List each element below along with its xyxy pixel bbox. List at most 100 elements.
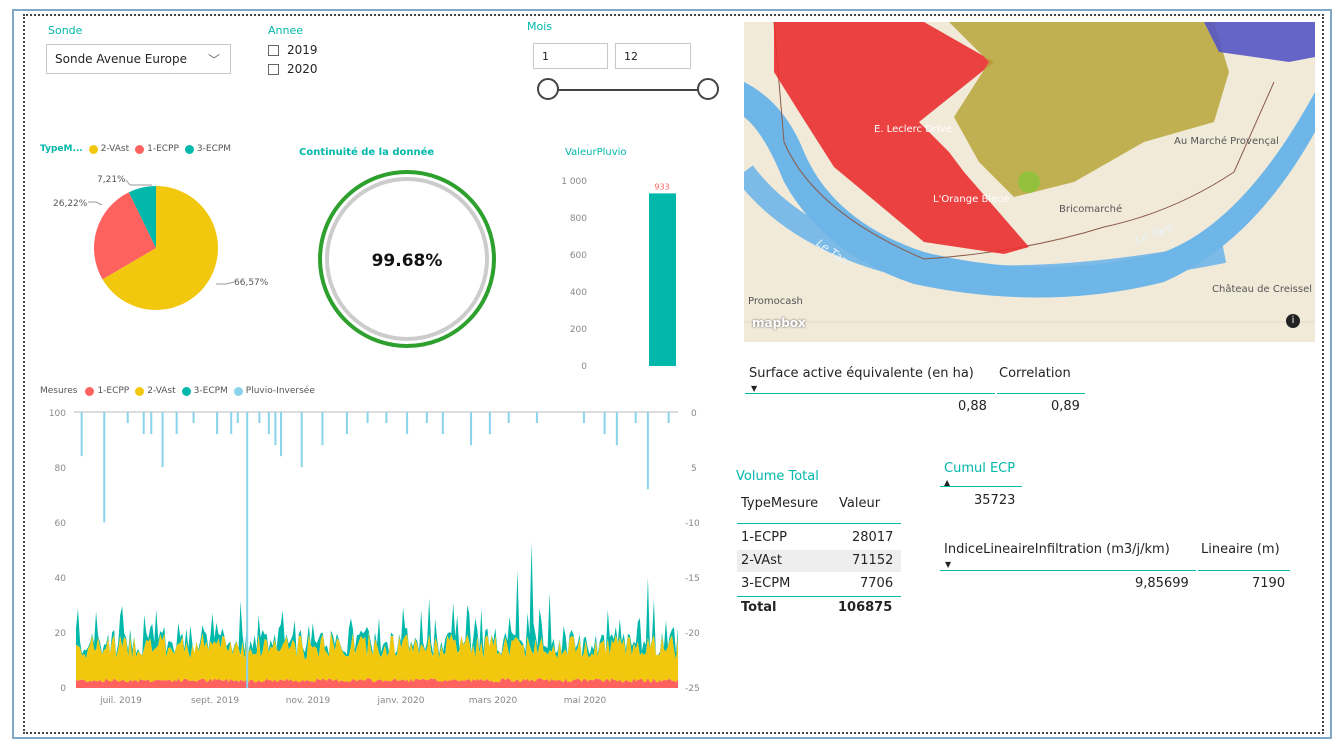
pie-legend-item-ecpm[interactable]: 3-ECPM [197,144,231,154]
indice-header-underline [940,570,1196,571]
volume-row-value: 71152 [852,553,894,568]
annee-option-label: 2019 [287,43,318,57]
mesures-legend-item-vast[interactable]: 2-VAst [147,386,175,396]
gauge-title: Continuité de la donnée [299,147,435,158]
mois-slider-track [548,89,708,91]
mesures-y-tick: 60 [55,519,67,529]
map-label-bricomarche: Bricomarché [1059,204,1123,215]
pluvio-tick: 200 [570,325,587,335]
checkbox-icon[interactable] [268,44,279,56]
map-label-promocash: Promocash [748,296,803,307]
volume-row-value: 28017 [852,530,894,545]
surface-value: 0,88 [958,399,987,414]
mesures-y-tick: 100 [49,409,66,419]
pluvio-tick: 600 [570,251,587,261]
sonde-dropdown-value: Sonde Avenue Europe [55,52,187,66]
surface-header-underline [745,393,995,394]
volume-header-value[interactable]: Valeur [839,496,880,511]
pie-label-vast: 66,57% [234,278,269,288]
mesures-x-tick: sept. 2019 [191,696,239,706]
indice-value: 9,85699 [1135,576,1189,591]
map-label-leclerc: E. Leclerc Drive [874,124,952,135]
surface-header-underline [997,393,1085,394]
pie-label-ecpp: 26,22% [53,199,88,209]
legend-dot-icon [85,386,95,396]
sort-desc-icon[interactable]: ▼ [945,560,951,569]
mesures-legend-item-pluvio[interactable]: Pluvio-Inversée [246,386,315,396]
mois-max-input[interactable]: 12 [615,43,691,69]
legend-dot-icon [135,144,145,154]
legend-dot-icon [184,144,194,154]
surface-col1-header[interactable]: Surface active équivalente (en ha) [749,366,974,381]
pluvio-bar[interactable] [649,193,676,366]
mesures-y2-tick: -10 [685,519,700,529]
info-icon[interactable]: i [1286,314,1300,328]
mesures-chart: 100 80 60 40 20 0 0 5 -10 -15 -20 -25 ju… [49,409,700,706]
legend-dot-icon [135,386,145,396]
volume-total-line [737,596,901,597]
mesures-x-tick: nov. 2019 [286,696,331,706]
volume-header-underline [737,523,901,524]
sort-desc-icon[interactable]: ▼ [751,384,757,393]
pie-legend-item-vast[interactable]: 2-VAst [101,144,129,154]
volume-row-type: 3-ECPM [741,576,791,591]
mesures-x-tick: juil. 2019 [99,696,142,706]
mois-slider-min-handle[interactable] [537,78,559,100]
indice-header-underline [1198,570,1290,571]
pie-leader-line [88,201,103,206]
map-label-orange-bleue: L'Orange Bleue [933,194,1010,205]
mesures-y2-tick: -25 [685,684,700,694]
mesures-y-tick: 20 [55,629,67,639]
pie-leader-line [125,179,152,186]
map-label-chateau: Château de Creissel [1212,284,1312,295]
lineaire-value: 7190 [1252,576,1286,591]
cumul-underline [940,486,1022,487]
indice-col1-header[interactable]: IndiceLineaireInfiltration (m3/j/km) [944,542,1170,557]
pie-legend-item-ecpp[interactable]: 1-ECPP [147,144,179,154]
sonde-marker[interactable] [1018,171,1040,193]
mois-slicer-title: Mois [527,20,553,33]
cumul-title[interactable]: Cumul ECP [944,461,1015,476]
volume-title: Volume Total [736,469,819,484]
mesures-legend-item-ecpm[interactable]: 3-ECPM [194,386,228,396]
annee-option-2019[interactable]: 2019 [268,43,318,57]
mesures-legend: Mesures 1-ECPP 2-VAst 3-ECPM Pluvio-Inve… [40,386,315,396]
pluvio-tick: 1 000 [561,177,587,187]
annee-option-2020[interactable]: 2020 [268,62,318,76]
pluvio-bar-label: 933 [654,182,669,191]
pie-legend-title: TypeM... [40,144,83,154]
mois-min-input[interactable]: 1 [533,43,608,69]
volume-row-type: 2-VAst [741,553,783,568]
mois-slider-max-handle[interactable] [697,78,719,100]
volume-row-value: 7706 [860,576,894,591]
mesures-y-tick: 40 [55,574,67,584]
volume-total-label: Total [741,600,777,615]
surface-col2-header[interactable]: Correlation [999,366,1071,381]
series-area-vast[interactable] [76,631,678,683]
mesures-y2-tick: 5 [691,464,697,474]
volume-header-type[interactable]: TypeMesure [741,496,818,511]
annee-option-label: 2020 [287,62,318,76]
indice-col2-header[interactable]: Lineaire (m) [1201,542,1280,557]
pie-label-ecpm: 7,21% [97,175,126,185]
continuity-gauge: 99.68% [318,170,496,348]
mesures-y2-tick: -20 [685,629,700,639]
pluvio-tick: 400 [570,288,587,298]
legend-dot-icon [88,144,98,154]
checkbox-icon[interactable] [268,63,279,75]
cumul-value: 35723 [974,493,1016,508]
mesures-x-tick: mai 2020 [564,696,607,706]
pie-chart: 66,57% 26,22% 7,21% [53,175,269,310]
pluvio-bar-chart: 1 000 800 600 400 200 0 933 [561,177,676,372]
series-area-ecpm[interactable] [76,542,678,660]
mesures-legend-title: Mesures [40,386,78,396]
mesures-legend-item-ecpp[interactable]: 1-ECPP [97,386,129,396]
map-visual[interactable]: E. Leclerc Drive L'Orange Bleue Bricomar… [744,22,1315,342]
correlation-value: 0,89 [1051,399,1080,414]
mesures-x-tick: mars 2020 [469,696,518,706]
mesures-y2-tick: 0 [691,409,697,419]
sonde-dropdown[interactable]: Sonde Avenue Europe ﹀ [46,44,231,74]
chevron-down-icon: ﹀ [207,53,220,67]
zone-olive[interactable] [949,22,1229,197]
pluvio-title: ValeurPluvio [565,147,627,158]
